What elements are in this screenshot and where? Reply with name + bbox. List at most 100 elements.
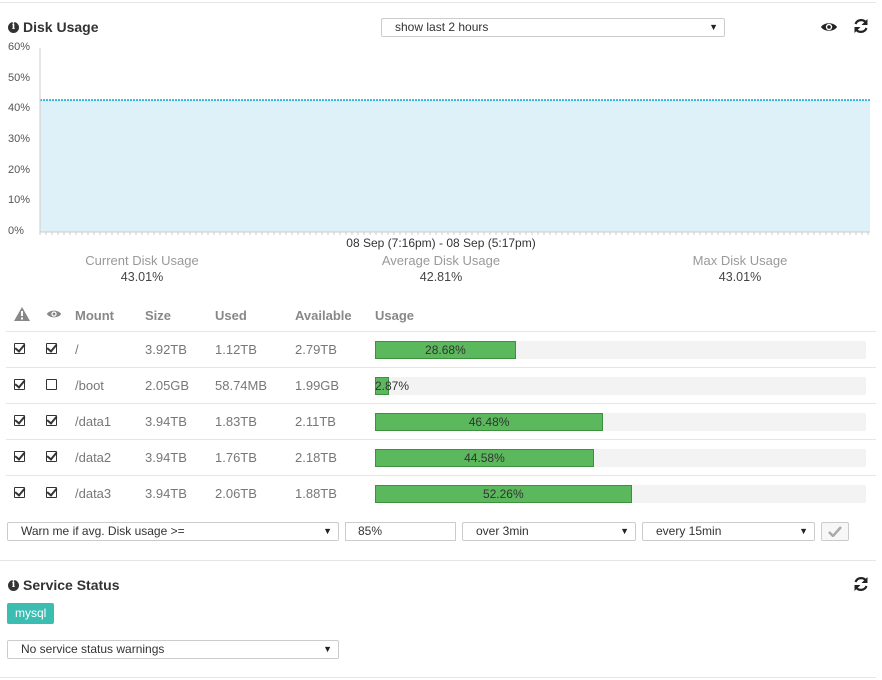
- current-disk-usage-stat: Current Disk Usage 43.01%: [42, 253, 242, 284]
- chart-x-range-label: 08 Sep (7:16pm) - 08 Sep (5:17pm): [346, 236, 536, 250]
- watch-cell: [46, 367, 75, 404]
- service-status-title: i Service Status: [8, 577, 120, 593]
- mount-column-header[interactable]: Mount: [75, 300, 145, 332]
- service-tag-mysql[interactable]: mysql: [7, 603, 55, 624]
- stat-value: 42.81%: [419, 270, 463, 284]
- size-cell: 3.94TB: [145, 403, 215, 440]
- alert-cell: [6, 475, 46, 511]
- average-disk-usage-stat: Average Disk Usage 42.81%: [341, 253, 541, 284]
- alert-cell: [6, 367, 46, 404]
- available-cell: 1.88TB: [295, 475, 375, 511]
- used-column-header[interactable]: Used: [215, 300, 295, 332]
- usage-column-header[interactable]: Usage: [375, 300, 876, 332]
- alert-cell: [6, 331, 46, 368]
- alert-cell: [6, 403, 46, 440]
- usage-cell: 28.68%: [375, 331, 876, 368]
- section-divider: [0, 560, 876, 561]
- chevron-down-icon: ▼: [323, 526, 332, 536]
- available-cell: 2.18TB: [295, 439, 375, 476]
- service-warnings-value: No service status warnings: [21, 642, 165, 656]
- size-cell: 3.94TB: [145, 439, 215, 476]
- size-cell: 3.92TB: [145, 331, 215, 368]
- alert-checkbox[interactable]: [14, 451, 25, 462]
- usage-progress-bar: 28.68%: [375, 340, 866, 359]
- size-cell: 2.05GB: [145, 367, 215, 404]
- alert-condition-value: Warn me if avg. Disk usage >=: [21, 524, 185, 538]
- time-range-select-value: show last 2 hours: [395, 20, 489, 34]
- watch-cell: [46, 331, 75, 368]
- alert-threshold-value: 85%: [358, 524, 383, 538]
- refresh-icon[interactable]: [852, 17, 870, 35]
- alert-duration-select[interactable]: over 3min ▼: [462, 522, 636, 541]
- disk-usage-title: i Disk Usage: [8, 19, 98, 35]
- available-column-header[interactable]: Available: [295, 300, 375, 332]
- info-circle-icon: i: [8, 579, 19, 591]
- alert-frequency-select[interactable]: every 15min ▼: [642, 522, 815, 541]
- max-disk-usage-stat: Max Disk Usage 43.01%: [640, 253, 840, 284]
- usage-progress-label: 2.87%: [375, 378, 410, 393]
- watch-checkbox[interactable]: [46, 343, 57, 354]
- chevron-down-icon: ▼: [799, 526, 808, 536]
- alert-checkbox[interactable]: [14, 415, 25, 426]
- warning-triangle-icon: [14, 307, 30, 321]
- alert-threshold-input[interactable]: 85%: [345, 522, 456, 541]
- watch-cell: [46, 439, 75, 476]
- usage-cell: 44.58%: [375, 439, 876, 476]
- usage-cell: 52.26%: [375, 475, 876, 511]
- alert-frequency-value: every 15min: [656, 524, 722, 538]
- disk-usage-chart: [39, 48, 871, 235]
- alert-checkbox[interactable]: [14, 487, 25, 498]
- stat-label: Max Disk Usage: [692, 253, 788, 268]
- refresh-icon[interactable]: [852, 575, 870, 593]
- watch-cell: [46, 403, 75, 440]
- eye-icon[interactable]: [820, 18, 838, 36]
- table-row: /data3 3.94TB 2.06TB 1.88TB 52.26%: [6, 475, 876, 511]
- chevron-down-icon: ▼: [620, 526, 629, 536]
- alert-duration-value: over 3min: [476, 524, 529, 538]
- stat-label: Current Disk Usage: [85, 253, 199, 268]
- table-header-row: Mount Size Used Available Usage: [6, 300, 876, 332]
- used-cell: 2.06TB: [215, 475, 295, 511]
- stat-value: 43.01%: [718, 270, 762, 284]
- service-status-title-text: Service Status: [23, 577, 120, 593]
- time-range-select[interactable]: show last 2 hours ▼: [381, 18, 725, 37]
- usage-cell: 2.87%: [375, 367, 876, 404]
- bottom-divider: [0, 677, 876, 678]
- watch-checkbox[interactable]: [46, 379, 57, 390]
- chevron-down-icon: ▼: [323, 644, 332, 654]
- size-column-header[interactable]: Size: [145, 300, 215, 332]
- usage-progress-label: 46.48%: [468, 414, 510, 429]
- alert-column-header: [6, 300, 46, 332]
- table-row: /data2 3.94TB 1.76TB 2.18TB 44.58%: [6, 439, 876, 476]
- alert-checkbox[interactable]: [14, 379, 25, 390]
- usage-progress-bar: 46.48%: [375, 412, 866, 431]
- available-cell: 2.11TB: [295, 403, 375, 440]
- usage-progress-bar: 52.26%: [375, 484, 866, 503]
- table-row: /data1 3.94TB 1.83TB 2.11TB 46.48%: [6, 403, 876, 440]
- mount-cell: /: [75, 331, 145, 368]
- available-cell: 1.99GB: [295, 367, 375, 404]
- usage-progress-label: 28.68%: [425, 342, 466, 357]
- table-row: /3.92TB 1.12TB 2.79TB 28.68%: [6, 331, 876, 368]
- usage-progress-label: 44.58%: [464, 450, 505, 465]
- alert-cell: [6, 439, 46, 476]
- table-row: /boot 2.05GB 58.74MB 1.99GB 2.87%: [6, 367, 876, 404]
- top-divider: [0, 2, 876, 3]
- watch-checkbox[interactable]: [46, 451, 57, 462]
- stat-label: Average Disk Usage: [381, 253, 501, 268]
- save-alert-button[interactable]: [821, 522, 849, 541]
- usage-cell: 46.48%: [375, 403, 876, 440]
- available-cell: 2.79TB: [295, 331, 375, 368]
- watch-cell: [46, 475, 75, 511]
- watch-checkbox[interactable]: [46, 487, 57, 498]
- usage-progress-bar: 2.87%: [375, 376, 866, 395]
- chevron-down-icon: ▼: [709, 22, 718, 32]
- alert-checkbox[interactable]: [14, 343, 25, 354]
- usage-area: [40, 100, 870, 232]
- used-cell: 1.12TB: [215, 331, 295, 368]
- mount-cell: /boot: [75, 367, 145, 404]
- alert-condition-select[interactable]: Warn me if avg. Disk usage >= ▼: [7, 522, 339, 541]
- service-warnings-select[interactable]: No service status warnings ▼: [7, 640, 339, 659]
- watch-checkbox[interactable]: [46, 415, 57, 426]
- checkmark-icon: [828, 526, 842, 537]
